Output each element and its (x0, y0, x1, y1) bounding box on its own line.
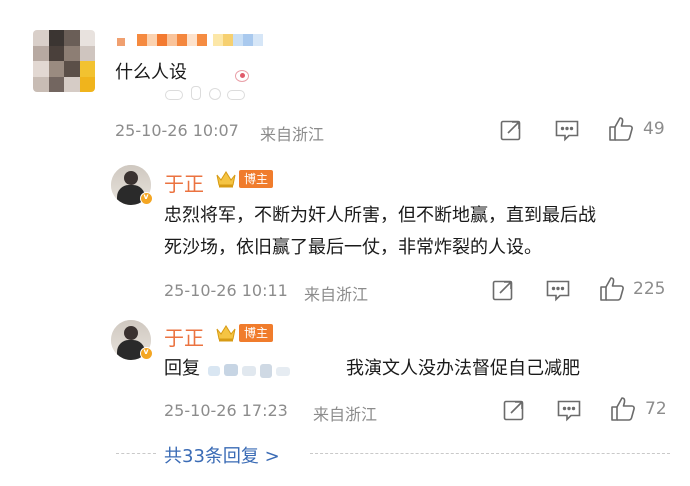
divider (116, 453, 156, 454)
share-icon[interactable] (491, 278, 515, 302)
reply-location: 来自浙江 (304, 285, 369, 304)
thumbs-up-icon[interactable] (607, 115, 635, 143)
blogger-badge: 博主 (239, 324, 274, 342)
comment-location: 来自浙江 (260, 125, 325, 144)
reply-prefix: 回复 (164, 358, 200, 379)
avatar[interactable] (33, 30, 95, 92)
author-name[interactable]: 于正 (164, 322, 204, 351)
emoji-doodles (163, 68, 263, 104)
comment-icon[interactable] (545, 278, 571, 302)
reply-location: 来自浙江 (313, 405, 378, 424)
share-icon[interactable] (499, 118, 523, 142)
reply-text-line-2: 死沙场，依旧赢了最后一仗，非常炸裂的人设。 (164, 237, 542, 258)
like-count: 225 (633, 279, 666, 299)
comment-icon[interactable] (556, 398, 582, 422)
author-name[interactable]: 于正 (164, 168, 204, 197)
verified-badge-icon: v (140, 192, 153, 205)
reply-timestamp: 25-10-26 17:23 (164, 401, 288, 420)
crown-icon (215, 324, 237, 342)
verified-badge-icon: v (140, 347, 153, 360)
crown-icon (215, 170, 237, 188)
divider (310, 453, 670, 454)
like-count: 49 (643, 119, 665, 139)
blurred-mention[interactable] (206, 362, 296, 380)
reply-text-line-1: 忠烈将军，不断为奸人所害，但不断地赢，直到最后战 (164, 205, 596, 226)
reply-text: 我演文人没办法督促自己减肥 (346, 358, 580, 379)
blogger-badge: 博主 (239, 170, 274, 188)
comment-icon[interactable] (554, 118, 580, 142)
view-more-replies-link[interactable]: 共33条回复 > (164, 442, 280, 468)
thumbs-up-icon[interactable] (609, 395, 637, 423)
thumbs-up-icon[interactable] (598, 275, 626, 303)
share-icon[interactable] (502, 398, 526, 422)
blurred-username[interactable] (115, 30, 270, 52)
like-count: 72 (645, 399, 667, 419)
reply-timestamp: 25-10-26 10:11 (164, 281, 288, 300)
comment-timestamp: 25-10-26 10:07 (115, 121, 239, 140)
